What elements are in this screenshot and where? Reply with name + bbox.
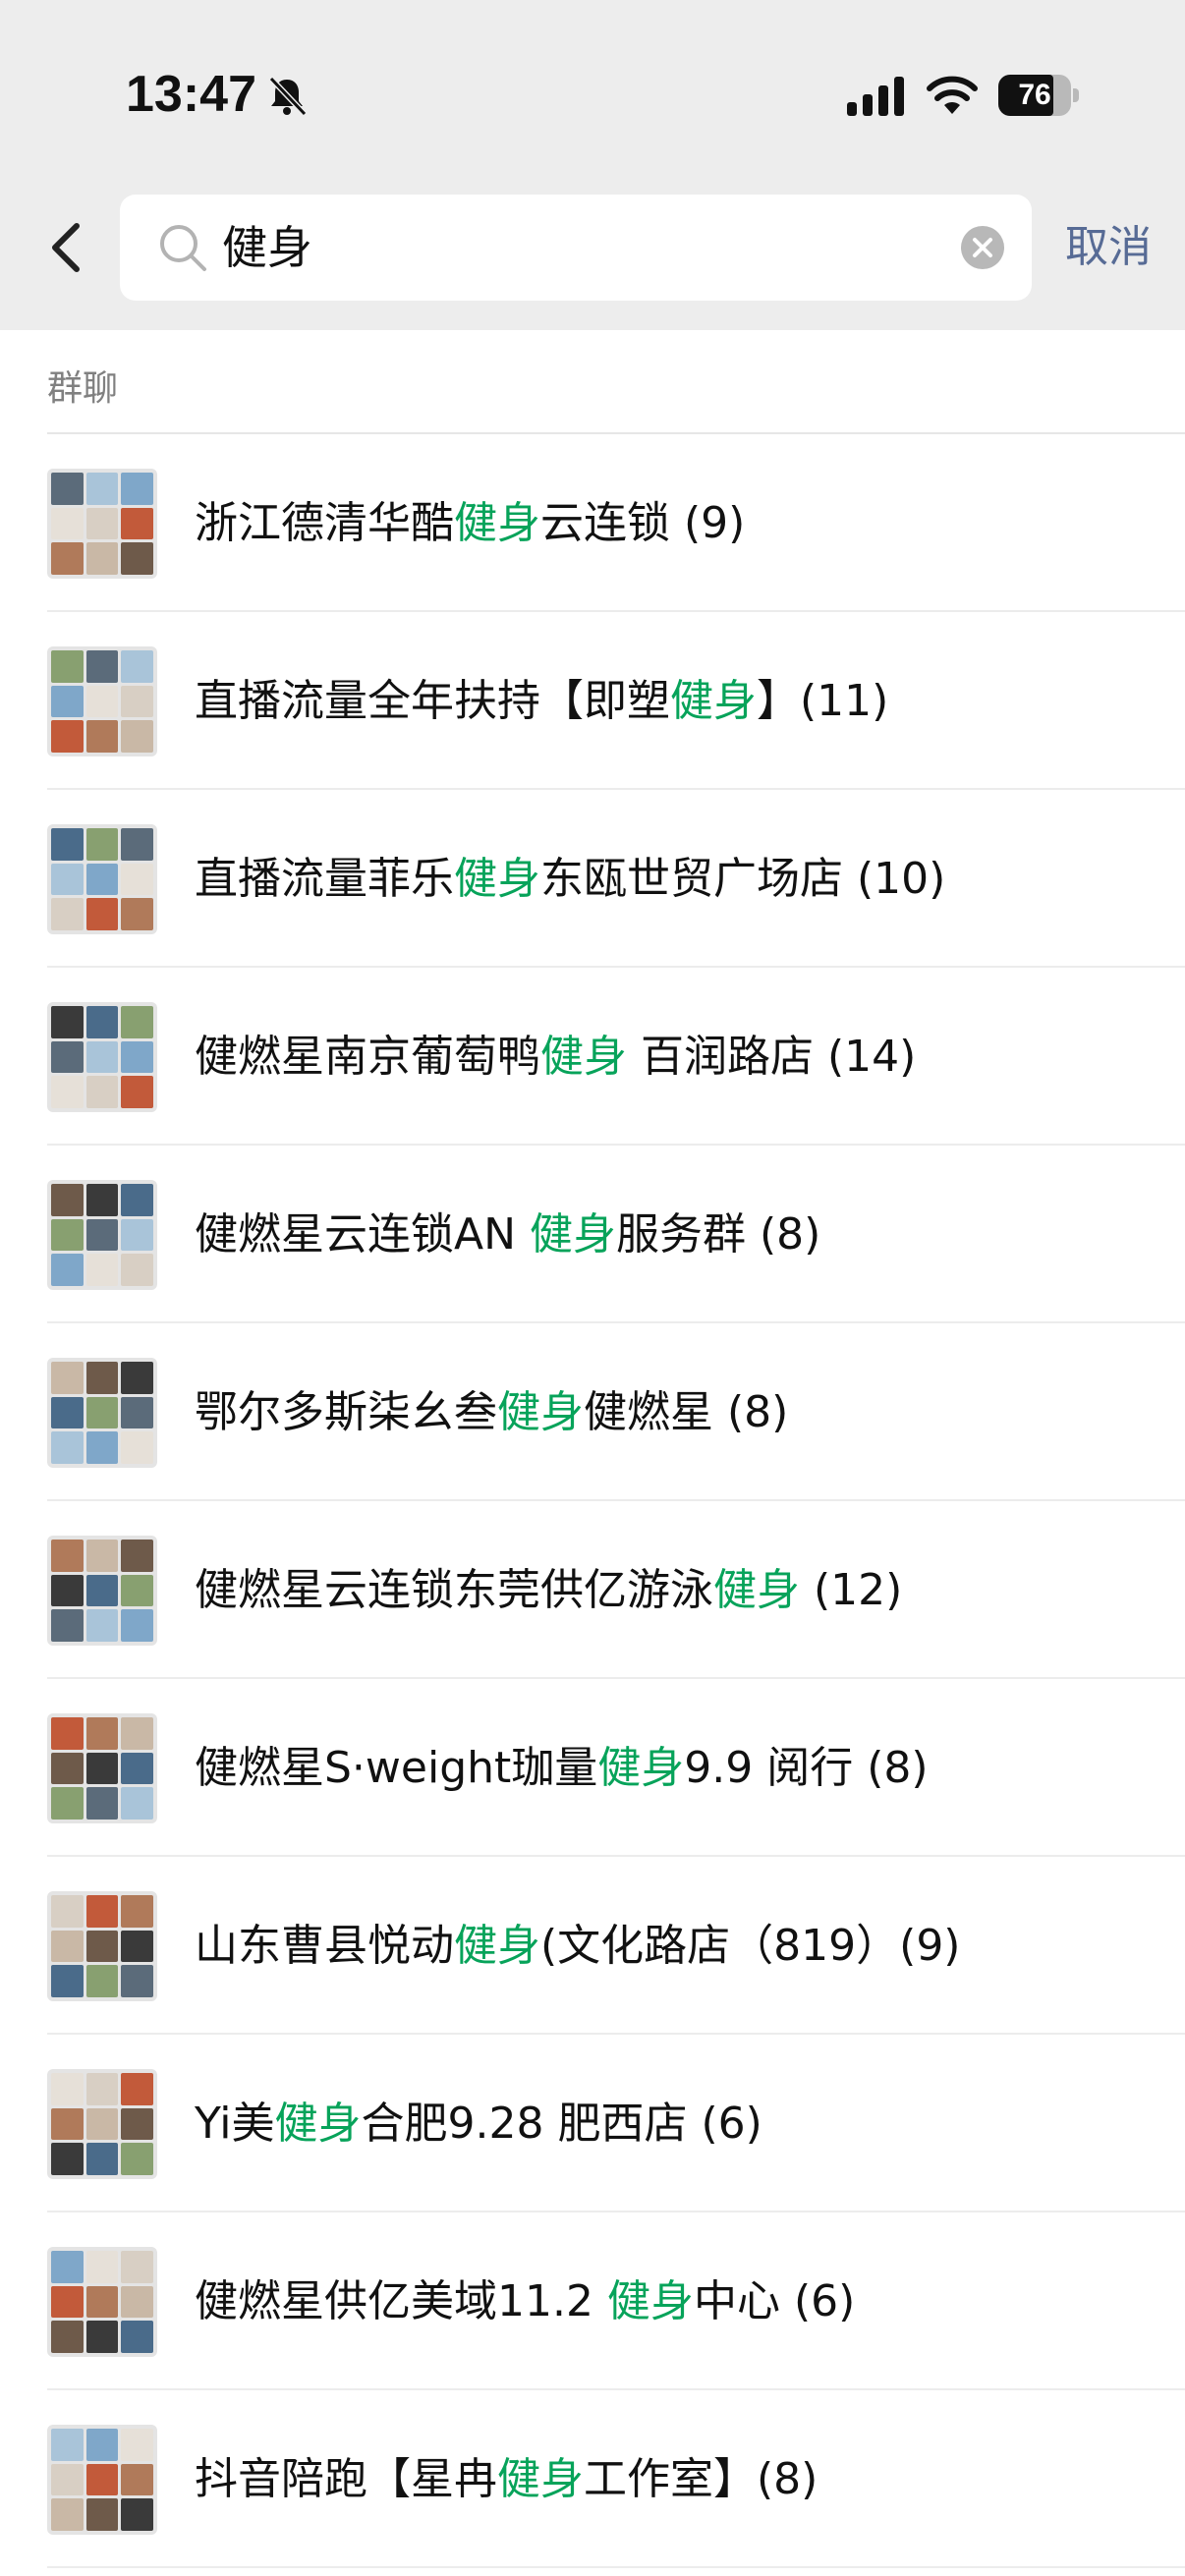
group-name: 直播流量全年扶持【即塑健身】(11)	[195, 612, 888, 790]
group-name-suffix: (文化路店（819）(9)	[540, 1921, 961, 1971]
list-item[interactable]: 健燃星S·weight珈量健身9.9 阅行 (8)	[0, 1679, 1185, 1857]
group-name-prefix: 健燃星供亿美域11.2	[195, 2276, 607, 2326]
list-item[interactable]: 直播流量菲乐健身东瓯世贸广场店 (10)	[0, 790, 1185, 968]
group-name-suffix: 健燃星 (8)	[584, 1387, 789, 1437]
group-name: 健燃星S·weight珈量健身9.9 阅行 (8)	[195, 1679, 929, 1857]
group-name-prefix: 浙江德清华酷	[195, 498, 454, 548]
group-name: 浙江德清华酷健身云连锁 (9)	[195, 434, 745, 612]
group-name-suffix: 工作室】(8)	[584, 2454, 818, 2504]
search-match: 健身	[274, 2099, 362, 2149]
list-item[interactable]: 直播流量全年扶持【即塑健身】(11)	[0, 612, 1185, 790]
search-match: 健身	[454, 1921, 540, 1971]
group-avatar	[47, 1713, 157, 1823]
group-avatar	[47, 1358, 157, 1468]
group-name-suffix: 合肥9.28 肥西店 (6)	[361, 2099, 762, 2149]
search-match: 健身	[454, 854, 540, 904]
search-match: 健身	[530, 1209, 616, 1260]
group-avatar	[47, 469, 157, 579]
group-name-prefix: 山东曹县悦动	[195, 1921, 454, 1971]
list-item[interactable]: 鄂尔多斯柒幺叁健身健燃星 (8)	[0, 1323, 1185, 1501]
group-name-suffix: 服务群 (8)	[616, 1209, 821, 1260]
result-list: 浙江德清华酷健身云连锁 (9) 直播流量全年扶持【即塑健身】(11) 直播流量菲乐健…	[0, 434, 1185, 2568]
group-name-suffix: 】(11)	[757, 676, 889, 726]
group-avatar	[47, 2425, 157, 2535]
search-match: 健身	[497, 1387, 584, 1437]
battery-percent: 76	[1018, 79, 1051, 111]
list-item[interactable]: 抖音陪跑【星冉健身工作室】(8)	[0, 2390, 1185, 2568]
group-name-suffix: 百润路店 (14)	[627, 1032, 917, 1082]
group-name: 健燃星云连锁AN 健身服务群 (8)	[195, 1146, 820, 1323]
search-match: 健身	[670, 676, 757, 726]
group-name-suffix: 9.9 阅行 (8)	[684, 1743, 929, 1793]
group-name-prefix: 健燃星云连锁AN	[195, 1209, 530, 1260]
group-name-prefix: 直播流量全年扶持【即塑	[195, 676, 670, 726]
cancel-button[interactable]: 取消	[1065, 216, 1152, 279]
status-time: 13:47	[126, 66, 256, 123]
group-name: Yi美健身合肥9.28 肥西店 (6)	[195, 2035, 762, 2212]
group-name-suffix: 中心 (6)	[693, 2276, 856, 2326]
group-name-suffix: (12)	[800, 1565, 903, 1615]
search-match: 健身	[606, 2276, 694, 2326]
group-name-prefix: 直播流量菲乐	[195, 854, 454, 904]
list-item[interactable]: 健燃星云连锁AN 健身服务群 (8)	[0, 1146, 1185, 1323]
group-name: 山东曹县悦动健身(文化路店（819）(9)	[195, 1857, 960, 2035]
list-item[interactable]: Yi美健身合肥9.28 肥西店 (6)	[0, 2035, 1185, 2212]
group-name: 直播流量菲乐健身东瓯世贸广场店 (10)	[195, 790, 945, 968]
group-avatar	[47, 1180, 157, 1290]
group-name-prefix: 鄂尔多斯柒幺叁	[195, 1387, 497, 1437]
group-name: 健燃星云连锁东莞供亿游泳健身 (12)	[195, 1501, 902, 1679]
search-query[interactable]: 健身	[222, 195, 312, 301]
search-match: 健身	[597, 1743, 685, 1793]
divider	[47, 2566, 1185, 2568]
group-avatar	[47, 1536, 157, 1646]
wifi-icon	[927, 76, 978, 114]
search-input[interactable]: 健身	[120, 195, 1032, 301]
search-match: 健身	[497, 2454, 584, 2504]
top-bar: 13:47 76 健身 取消	[0, 0, 1185, 330]
group-avatar	[47, 646, 157, 756]
list-item[interactable]: 健燃星供亿美域11.2 健身中心 (6)	[0, 2212, 1185, 2390]
list-item[interactable]: 浙江德清华酷健身云连锁 (9)	[0, 434, 1185, 612]
clear-icon[interactable]	[959, 224, 1006, 271]
group-name-prefix: 健燃星云连锁东莞供亿游泳	[195, 1565, 713, 1615]
group-name: 抖音陪跑【星冉健身工作室】(8)	[195, 2390, 818, 2568]
group-name-suffix: 东瓯世贸广场店 (10)	[540, 854, 946, 904]
signal-icon	[847, 77, 904, 116]
search-match: 健身	[713, 1565, 800, 1615]
group-avatar	[47, 2069, 157, 2179]
bell-muted-icon	[268, 76, 308, 117]
battery-icon: 76	[998, 75, 1079, 116]
search-icon	[160, 225, 206, 271]
group-avatar	[47, 824, 157, 934]
group-name-prefix: 健燃星S·weight珈量	[195, 1743, 598, 1793]
list-item[interactable]: 健燃星云连锁东莞供亿游泳健身 (12)	[0, 1501, 1185, 1679]
list-item[interactable]: 山东曹县悦动健身(文化路店（819）(9)	[0, 1857, 1185, 2035]
group-name-suffix: 云连锁 (9)	[540, 498, 746, 548]
group-name-prefix: 抖音陪跑【星冉	[195, 2454, 497, 2504]
back-chevron-icon[interactable]	[39, 218, 94, 277]
section-header-group-chats: 群聊	[47, 368, 119, 409]
group-name: 健燃星南京葡萄鸭健身 百润路店 (14)	[195, 968, 916, 1146]
group-avatar	[47, 1891, 157, 2001]
group-name: 鄂尔多斯柒幺叁健身健燃星 (8)	[195, 1323, 788, 1501]
group-avatar	[47, 1002, 157, 1112]
list-item[interactable]: 健燃星南京葡萄鸭健身 百润路店 (14)	[0, 968, 1185, 1146]
group-avatar	[47, 2247, 157, 2357]
search-match: 健身	[540, 1032, 627, 1082]
group-name-prefix: 健燃星南京葡萄鸭	[195, 1032, 540, 1082]
search-match: 健身	[454, 498, 540, 548]
group-name: 健燃星供亿美域11.2 健身中心 (6)	[195, 2212, 855, 2390]
group-name-prefix: Yi美	[195, 2099, 275, 2149]
